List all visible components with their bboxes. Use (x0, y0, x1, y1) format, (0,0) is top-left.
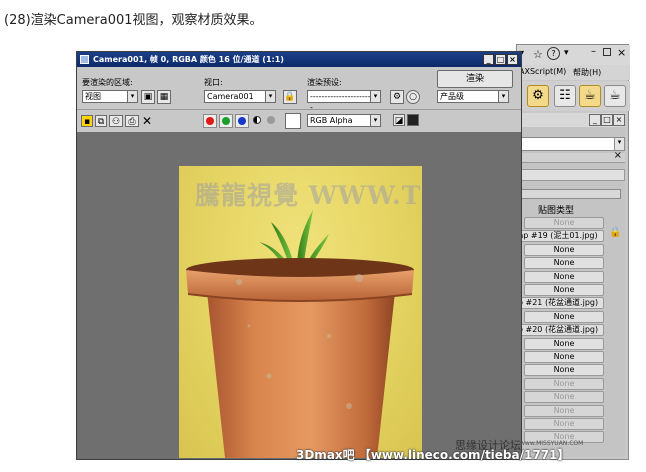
close-icon[interactable]: × (614, 150, 622, 161)
map-slot[interactable]: None (524, 404, 604, 417)
panel-minimize-button[interactable]: _ (589, 114, 601, 126)
map-slot[interactable]: None (524, 391, 604, 404)
map-slot[interactable]: None (524, 351, 604, 363)
area-label: 要渲染的区域: (82, 78, 133, 87)
quality-select[interactable]: 产品级 ▾ (437, 90, 509, 103)
chevron-down-icon[interactable]: ▾ (498, 91, 508, 102)
clone-icon[interactable]: ⚇ (109, 115, 123, 127)
render-viewport: 騰龍視覺 WWW.TLVI.NET (77, 132, 521, 459)
chevron-down-icon[interactable]: ▾ (564, 48, 569, 58)
alpha-channel-toggle[interactable] (251, 114, 265, 128)
maximize-button[interactable] (603, 48, 611, 56)
swatch-color[interactable] (285, 113, 301, 129)
viewport-select-value: Camera001 (207, 92, 254, 101)
area-select-value: 视图 (85, 92, 101, 101)
render-setup-icon[interactable]: ⚙ (390, 90, 404, 104)
watermark-text: 騰龍視覺 WWW.TLVI.NET (195, 181, 422, 210)
quick-render-icon[interactable]: ☕ (604, 85, 626, 107)
map-slot-assigned[interactable]: p #20 (花盆通道.jpg) (512, 324, 604, 337)
mono-icon (267, 116, 275, 124)
pot-body (207, 292, 395, 458)
map-slot[interactable]: None (524, 377, 604, 390)
chevron-down-icon[interactable]: ▾ (265, 91, 275, 102)
map-slot[interactable]: None (524, 418, 604, 430)
quality-select-value: 产品级 (440, 92, 464, 101)
map-slot[interactable]: None (524, 364, 604, 377)
render-frame-window: Camera001, 帧 0, RGBA 颜色 16 位/通道 (1:1) _ … (76, 51, 522, 460)
lock-viewport-icon[interactable]: 🔒 (283, 90, 297, 104)
render-window-titlebar: Camera001, 帧 0, RGBA 颜色 16 位/通道 (1:1) _ … (77, 52, 521, 67)
star-icon[interactable]: ☆ (533, 48, 543, 61)
rendered-image: 騰龍視覺 WWW.TLVI.NET (179, 166, 422, 458)
map-slot-assigned[interactable]: p #21 (花盆通道.jpg) (512, 297, 604, 310)
red-channel-icon (206, 117, 214, 125)
blue-channel-toggle[interactable] (235, 114, 249, 128)
panel-group-bar (521, 189, 621, 199)
toggle-ui-icon[interactable]: ◪ (393, 114, 405, 126)
toolbar-divider (77, 109, 521, 110)
chevron-down-icon[interactable]: ▾ (614, 138, 624, 150)
panel-dropdown[interactable]: ▾ (521, 137, 625, 151)
environment-icon[interactable]: ○ (406, 90, 420, 104)
close-button[interactable]: × (617, 46, 626, 59)
menu-item-maxscript[interactable]: AXScript(M) (519, 67, 566, 76)
panel-field[interactable] (521, 169, 625, 181)
chevron-down-icon[interactable]: ▾ (127, 91, 137, 102)
channel-select-value: RGB Alpha (310, 116, 353, 125)
render-close-button[interactable]: × (507, 54, 518, 65)
material-editor-icon[interactable]: ☷ (554, 85, 576, 107)
render-frame-icon[interactable]: ☕ (579, 85, 601, 107)
panel-subheader: × (521, 150, 625, 163)
save-icon[interactable]: ▪ (81, 115, 93, 127)
map-slot[interactable]: None (524, 337, 604, 350)
help-icon[interactable]: ? (547, 47, 560, 60)
display-mode-icon[interactable] (407, 114, 419, 126)
main-icon-row: ⚙ ☷ ☕ ☕ (517, 81, 630, 111)
map-slot[interactable]: None (524, 270, 604, 283)
chevron-down-icon[interactable]: ▾ (370, 115, 380, 126)
render-button[interactable]: 渲染 (437, 70, 513, 88)
area-select[interactable]: 视图 ▾ (82, 90, 138, 103)
panel-close-button[interactable]: × (613, 114, 625, 126)
green-channel-toggle[interactable] (219, 114, 233, 128)
region-edit-icon[interactable]: ▣ (141, 90, 155, 104)
render-window-title: Camera001, 帧 0, RGBA 颜色 16 位/通道 (1:1) (93, 55, 284, 64)
preset-label: 渲染预设: (307, 78, 342, 87)
map-type-title: 贴图类型 (538, 206, 575, 216)
red-channel-toggle[interactable] (203, 114, 217, 128)
map-slot[interactable]: None (524, 310, 604, 323)
main-menubar: AXScript(M) 帮助(H) (517, 65, 630, 80)
copy-icon[interactable]: ⧉ (95, 115, 107, 127)
panel-header: _ □ × (521, 113, 625, 127)
clear-icon[interactable]: ✕ (141, 115, 153, 127)
region-auto-icon[interactable]: ▦ (157, 90, 171, 104)
render-window-icon (80, 55, 89, 64)
caption-text: (28)渲染Camera001视图，观察材质效果。 (4, 13, 263, 28)
preset-select[interactable]: ------------------------- ▾ (307, 90, 381, 112)
map-slot[interactable]: None (524, 257, 604, 270)
map-slot-assigned[interactable]: ap #19 (泥土01.jpg) (512, 230, 604, 243)
map-slot[interactable]: None (524, 243, 604, 256)
blue-channel-icon (238, 117, 246, 125)
main-toolbar: ▾ ☆ ? ▾ – × (517, 45, 630, 65)
menu-item-help[interactable]: 帮助(H) (573, 67, 601, 78)
viewport-label: 视口: (204, 78, 223, 87)
panel-maximize-button[interactable]: □ (601, 114, 613, 126)
green-channel-icon (222, 117, 230, 125)
channel-select[interactable]: RGB Alpha ▾ (307, 114, 381, 127)
footer-watermark: 3Dmax吧 【www.lineco.com/tieba/1771】 (296, 448, 570, 462)
minimize-button[interactable]: – (591, 46, 596, 57)
alpha-channel-icon (253, 116, 261, 124)
map-slot[interactable]: None (524, 217, 604, 229)
print-icon[interactable]: ⎙ (125, 115, 139, 127)
render-maximize-button[interactable]: □ (495, 54, 506, 65)
render-setup-icon[interactable]: ⚙ (527, 85, 549, 107)
chevron-down-icon[interactable]: ▾ (370, 91, 380, 102)
lock-icon[interactable]: 🔒 (609, 227, 621, 239)
mono-toggle[interactable] (265, 114, 279, 128)
render-minimize-button[interactable]: _ (483, 54, 494, 65)
map-slot[interactable]: None (524, 284, 604, 296)
viewport-select[interactable]: Camera001 ▾ (204, 90, 276, 103)
